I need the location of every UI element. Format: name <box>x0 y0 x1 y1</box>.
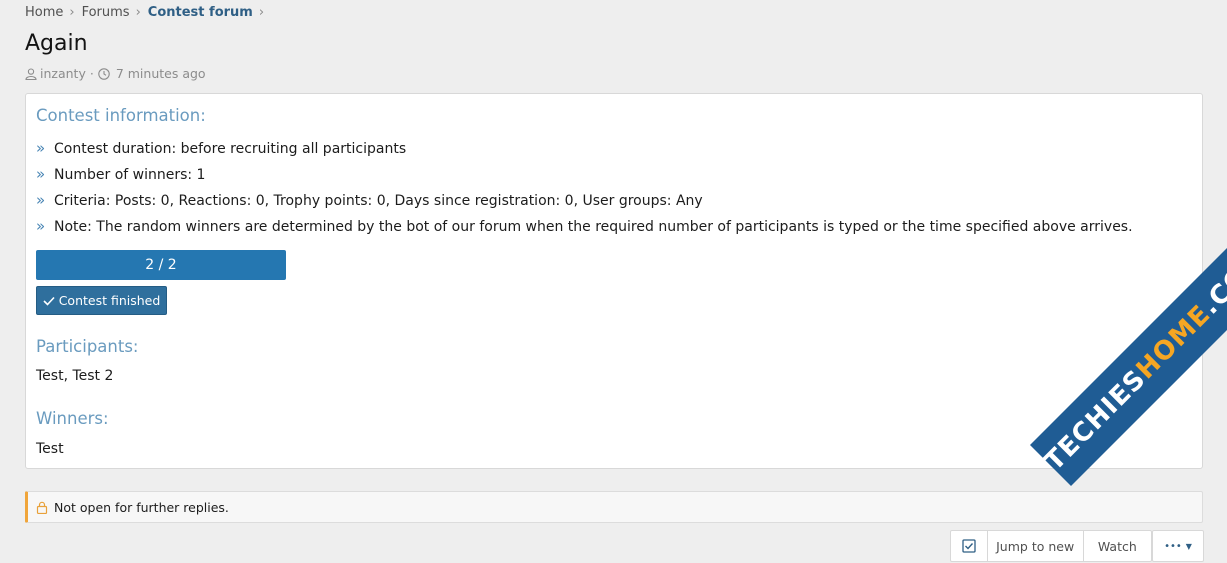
list-item: » Number of winners: 1 <box>36 162 1133 188</box>
caret-down-icon: ▼ <box>1185 541 1192 551</box>
list-item: » Criteria: Posts: 0, Reactions: 0, Trop… <box>36 188 1133 214</box>
checkbox-icon <box>962 539 976 553</box>
double-chevron-right-icon: » <box>36 191 46 209</box>
info-text: Note: The random winners are determined … <box>54 219 1133 235</box>
more-options-group: ••• ▼ <box>1152 530 1204 562</box>
select-checkbox-button[interactable] <box>951 531 988 561</box>
progress-label: 2 / 2 <box>145 257 177 273</box>
thread-meta: inzanty · 7 minutes ago <box>25 66 206 81</box>
participants-list: Test, Test 2 <box>36 368 114 384</box>
double-chevron-right-icon: » <box>36 217 46 235</box>
thread-actions-group: Jump to new Watch <box>950 530 1152 562</box>
more-options-button[interactable]: ••• ▼ <box>1153 531 1203 561</box>
breadcrumb: Home › Forums › Contest forum › <box>25 3 271 21</box>
clock-icon <box>98 67 110 80</box>
participants-progress-bar: 2 / 2 <box>36 250 286 280</box>
watch-label: Watch <box>1097 538 1137 554</box>
info-text: Contest duration: before recruiting all … <box>54 141 407 157</box>
contest-finished-button[interactable]: Contest finished <box>36 286 167 315</box>
more-options-icon: ••• <box>1164 540 1182 552</box>
double-chevron-right-icon: » <box>36 165 46 183</box>
contest-info-heading: Contest information: <box>36 106 206 125</box>
contest-finished-label: Contest finished <box>58 293 161 308</box>
info-text: Criteria: Posts: 0, Reactions: 0, Trophy… <box>54 193 703 209</box>
participants-heading: Participants: <box>36 337 139 356</box>
chevron-right-icon: › <box>69 4 75 20</box>
contest-card: Contest information: » Contest duration:… <box>25 93 1203 469</box>
meta-separator: · <box>89 66 94 81</box>
check-icon <box>43 296 55 306</box>
jump-to-new-label: Jump to new <box>996 538 1075 554</box>
notice-text: Not open for further replies. <box>54 499 229 515</box>
chevron-right-icon: › <box>258 4 265 20</box>
page-title: Again <box>25 31 88 56</box>
contest-info-list: » Contest duration: before recruiting al… <box>36 136 1133 240</box>
page: Home › Forums › Contest forum › Again in… <box>0 0 1227 563</box>
info-text: Number of winners: 1 <box>54 167 206 183</box>
winners-list: Test <box>36 441 64 457</box>
double-chevron-right-icon: » <box>36 139 46 157</box>
winners-heading: Winners: <box>36 409 109 428</box>
watch-button[interactable]: Watch <box>1084 531 1151 561</box>
post-time-link[interactable]: 7 minutes ago <box>116 66 206 81</box>
list-item: » Contest duration: before recruiting al… <box>36 136 1133 162</box>
user-icon <box>25 67 37 80</box>
thread-closed-notice: Not open for further replies. <box>25 491 1203 523</box>
lock-icon <box>36 501 48 514</box>
breadcrumb-contest-forum-link[interactable]: Contest forum <box>148 5 253 20</box>
list-item: » Note: The random winners are determine… <box>36 214 1133 240</box>
breadcrumb-home-link[interactable]: Home <box>25 5 63 20</box>
author-link[interactable]: inzanty <box>40 66 86 81</box>
breadcrumb-forums-link[interactable]: Forums <box>82 5 130 20</box>
chevron-right-icon: › <box>135 4 141 20</box>
jump-to-new-button[interactable]: Jump to new <box>988 531 1084 561</box>
